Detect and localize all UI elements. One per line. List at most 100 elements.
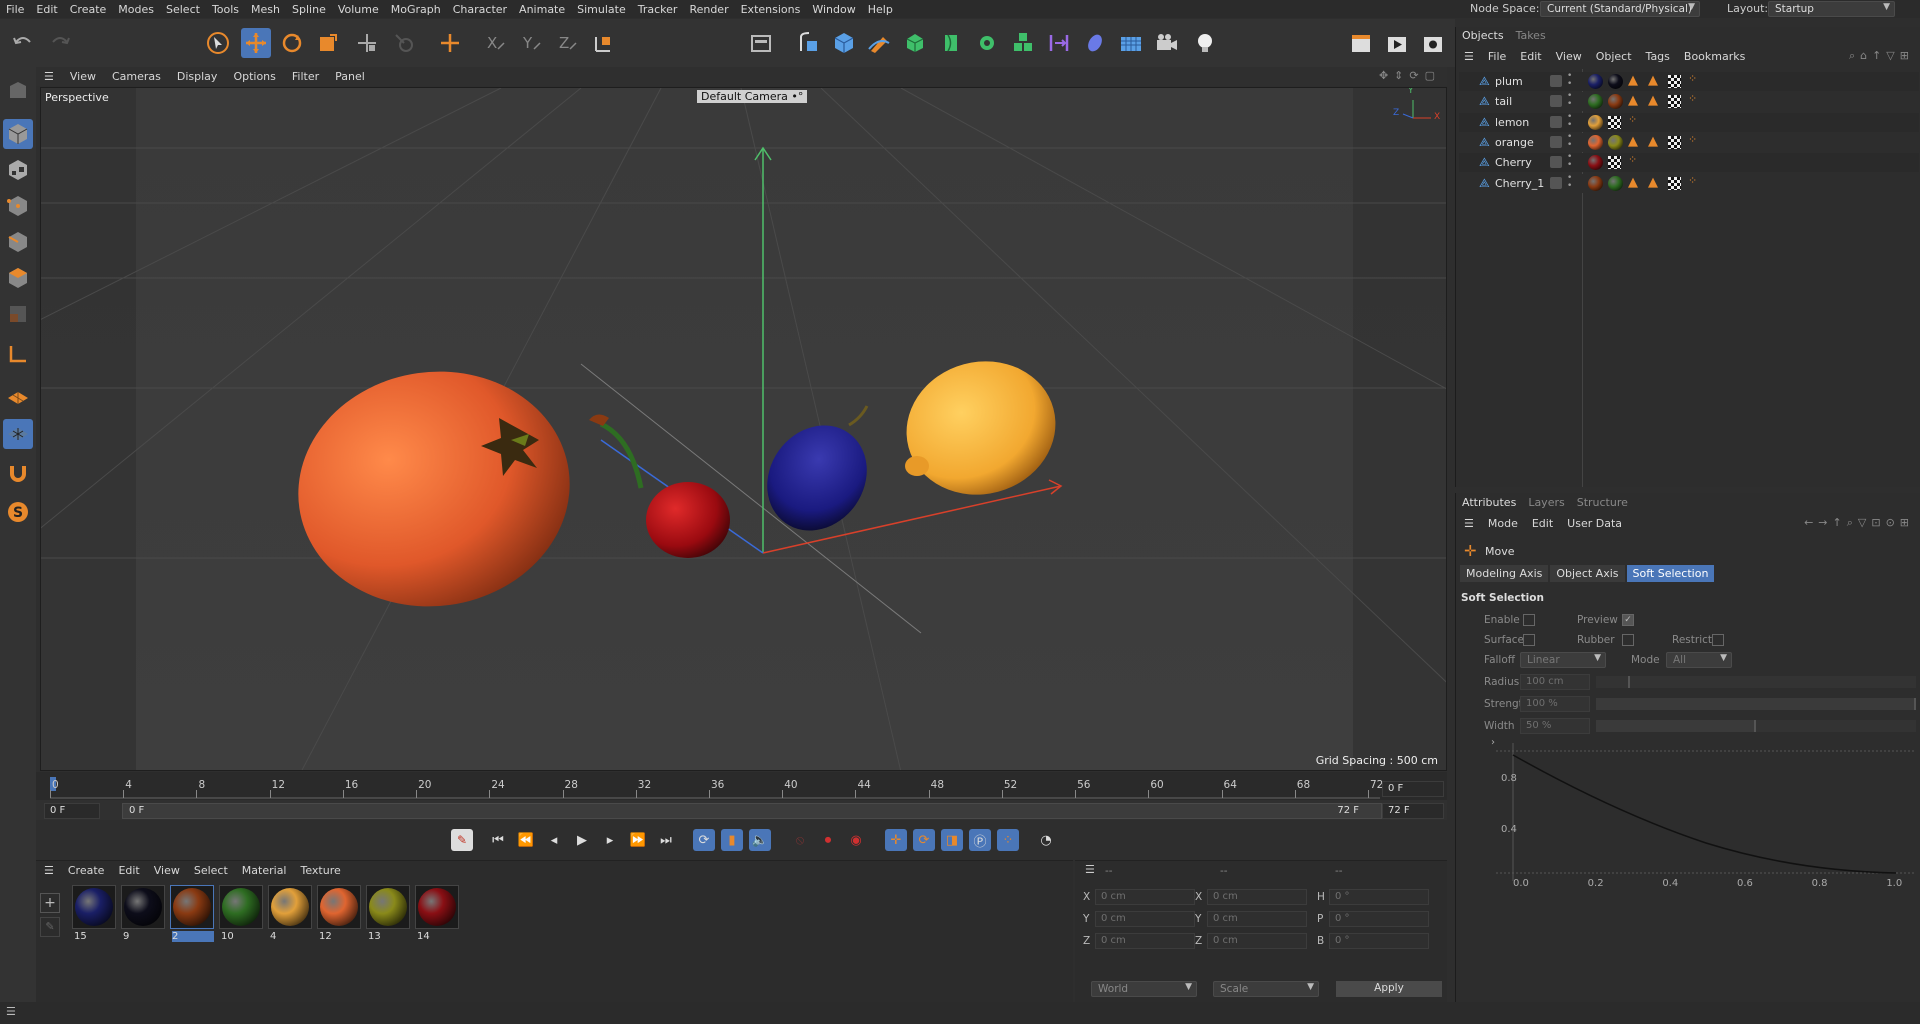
- tab-objects[interactable]: Objects: [1462, 29, 1504, 42]
- layer-edit-icon[interactable]: [1550, 135, 1562, 148]
- object-menu-object[interactable]: Object: [1596, 50, 1632, 63]
- key-point-level-button[interactable]: ⁘: [997, 829, 1019, 851]
- coord-pos-field[interactable]: 0 cm: [1095, 933, 1195, 949]
- workplane-button[interactable]: [3, 383, 33, 413]
- material-tag-icon[interactable]: [1608, 94, 1623, 110]
- object-row[interactable]: ⟁ plum • • ▲ ▲ ⁘: [1459, 72, 1919, 91]
- object-row[interactable]: ⟁ lemon • • ⁘: [1459, 112, 1919, 132]
- material-menu-edit[interactable]: Edit: [118, 864, 139, 877]
- strength-slider[interactable]: [1596, 698, 1916, 710]
- menu-edit[interactable]: Edit: [30, 3, 63, 16]
- preview-range-button[interactable]: ▮: [721, 829, 743, 851]
- record-button[interactable]: ◉: [845, 829, 867, 851]
- menu-mograph[interactable]: MoGraph: [385, 3, 447, 16]
- object-menu-bookmarks[interactable]: Bookmarks: [1684, 50, 1745, 63]
- object-name[interactable]: lemon: [1495, 116, 1529, 129]
- select-tool-button[interactable]: [203, 28, 233, 58]
- material-menu-create[interactable]: Create: [68, 864, 105, 877]
- phong-tag-icon[interactable]: ▲: [1648, 93, 1658, 108]
- material-tag-icon[interactable]: [1588, 94, 1603, 110]
- menu-character[interactable]: Character: [447, 3, 513, 16]
- object-row[interactable]: ⟁ Cherry • • ⁘: [1459, 153, 1919, 173]
- phong-tag-icon[interactable]: ▲: [1628, 175, 1638, 190]
- texture-tag-icon[interactable]: [1668, 135, 1681, 149]
- object-menu-file[interactable]: File: [1488, 50, 1506, 63]
- hamburger-icon[interactable]: ☰: [36, 70, 62, 83]
- layer-edit-icon[interactable]: [1550, 95, 1562, 108]
- menu-tracker[interactable]: Tracker: [632, 3, 684, 16]
- subtab-soft-selection[interactable]: Soft Selection: [1626, 565, 1715, 582]
- solo-button[interactable]: S: [3, 497, 33, 527]
- coordinate-system-button[interactable]: [435, 28, 465, 58]
- chevron-right-icon[interactable]: ›: [1491, 737, 1495, 748]
- texture-tag-icon[interactable]: [1668, 95, 1681, 109]
- subdivision-button[interactable]: [900, 28, 930, 58]
- hamburger-icon[interactable]: ☰: [1464, 50, 1474, 63]
- surface-checkbox[interactable]: [1523, 634, 1535, 646]
- attribute-menu-user-data[interactable]: User Data: [1567, 517, 1622, 530]
- menu-modes[interactable]: Modes: [112, 3, 160, 16]
- menu-mesh[interactable]: Mesh: [245, 3, 286, 16]
- object-name[interactable]: Cherry_1: [1495, 177, 1544, 190]
- scene-button[interactable]: [1080, 28, 1110, 58]
- object-row[interactable]: ⟁ Cherry_1 • • ▲ ▲ ⁘: [1459, 173, 1919, 193]
- rubber-checkbox[interactable]: [1622, 634, 1634, 646]
- timeline-ruler[interactable]: 0 4 8 12 16 20 24 28 32 36 40 44 48 52 56 60 64 68 72 0 F …: [36, 772, 1447, 820]
- material-swatch[interactable]: 13: [366, 885, 410, 945]
- viewport-camera-label[interactable]: Default Camera •°: [697, 90, 808, 103]
- coord-size-field[interactable]: 0 cm: [1207, 911, 1307, 927]
- phong-tag-icon[interactable]: ▲: [1628, 93, 1638, 108]
- coord-pos-field[interactable]: 0 cm: [1095, 911, 1195, 927]
- phong-tag-icon[interactable]: ▲: [1648, 175, 1658, 190]
- loop-button[interactable]: ⟳: [693, 829, 715, 851]
- scale-tool-button[interactable]: [313, 28, 343, 58]
- size-mode-dropdown[interactable]: Scale ▼: [1213, 981, 1319, 997]
- coord-rot-field[interactable]: 0 °: [1329, 911, 1429, 927]
- preview-checkbox[interactable]: ✓: [1622, 614, 1634, 626]
- hamburger-icon[interactable]: ☰: [1464, 517, 1474, 530]
- lock-y-button[interactable]: Y: [517, 28, 547, 58]
- radius-field[interactable]: 100 cm: [1520, 674, 1590, 690]
- material-menu-select[interactable]: Select: [194, 864, 228, 877]
- tab-structure[interactable]: Structure: [1577, 496, 1628, 509]
- phong-tag-icon[interactable]: ▲: [1628, 134, 1638, 149]
- menu-help[interactable]: Help: [862, 3, 899, 16]
- subtab-modeling-axis[interactable]: Modeling Axis: [1460, 565, 1549, 582]
- object-axis-button[interactable]: [589, 28, 619, 58]
- menu-file[interactable]: File: [0, 3, 30, 16]
- material-menu-material[interactable]: Material: [242, 864, 287, 877]
- selection-tag-icon[interactable]: ⁘: [1628, 153, 1637, 166]
- viewport-3d[interactable]: Y X Z Perspective Default Camera •° Grid…: [40, 87, 1447, 771]
- points-mode-button[interactable]: [3, 191, 33, 221]
- phong-tag-icon[interactable]: ▲: [1628, 73, 1638, 88]
- layer-edit-icon[interactable]: [1550, 156, 1562, 169]
- texture-tag-icon[interactable]: [1668, 75, 1681, 88]
- autokey-button[interactable]: ⏺: [817, 829, 839, 851]
- menu-create[interactable]: Create: [64, 3, 113, 16]
- layer-edit-icon[interactable]: [1550, 75, 1562, 87]
- material-tag-icon[interactable]: [1588, 155, 1603, 171]
- cube-button[interactable]: [829, 28, 859, 58]
- object-name[interactable]: plum: [1495, 75, 1523, 88]
- node-space-dropdown[interactable]: Current (Standard/Physical) ▼: [1540, 1, 1700, 17]
- go-to-start-button[interactable]: ⏮: [487, 829, 509, 851]
- object-row[interactable]: ⟁ tail • • ▲ ▲ ⁘: [1459, 92, 1919, 112]
- selection-tag-icon[interactable]: ⁘: [1688, 92, 1697, 105]
- menu-render[interactable]: Render: [683, 3, 734, 16]
- viewport-menu-filter[interactable]: Filter: [284, 70, 327, 83]
- effector-button[interactable]: [972, 28, 1002, 58]
- lock-x-button[interactable]: X: [481, 28, 511, 58]
- attribute-menu-edit[interactable]: Edit: [1532, 517, 1553, 530]
- layer-edit-icon[interactable]: [1550, 115, 1562, 128]
- edges-mode-button[interactable]: [3, 227, 33, 257]
- falloff-dropdown[interactable]: Linear ▼: [1520, 652, 1606, 668]
- hamburger-icon[interactable]: ☰: [1085, 863, 1095, 876]
- lock-z-button[interactable]: Z: [553, 28, 583, 58]
- key-parameter-button[interactable]: Ⓟ: [969, 829, 991, 851]
- key-rotation-button[interactable]: ⟳: [913, 829, 935, 851]
- material-tag-icon[interactable]: [1588, 175, 1603, 191]
- hamburger-icon[interactable]: ☰: [6, 1005, 16, 1018]
- coord-size-field[interactable]: 0 cm: [1207, 933, 1307, 949]
- render-view-button[interactable]: [746, 28, 776, 58]
- material-swatch[interactable]: 15: [72, 885, 116, 945]
